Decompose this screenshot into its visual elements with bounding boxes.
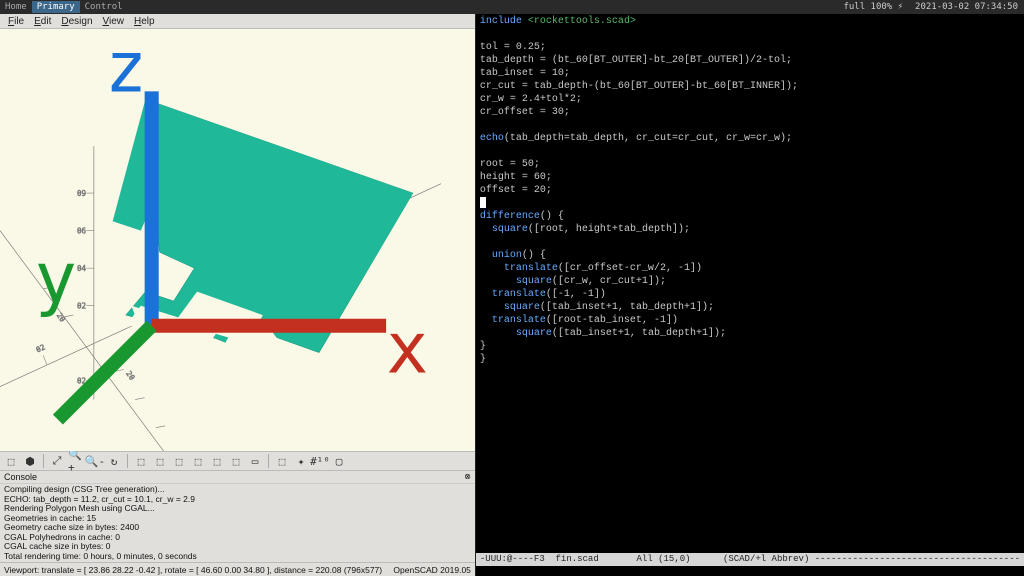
reset-view-icon[interactable]: ↻	[106, 453, 122, 469]
top-bar: Home Primary Control full 100% ⚡ 2021-03…	[0, 0, 1024, 14]
svg-text:x: x	[386, 308, 428, 390]
battery-status: full 100% ⚡	[837, 2, 909, 12]
cursor	[480, 197, 486, 208]
show-scale-icon[interactable]: ✦	[293, 453, 309, 469]
zoom-in-icon[interactable]: 🔍+	[68, 453, 84, 469]
menu-help[interactable]: Help	[129, 15, 160, 27]
minibuffer[interactable]	[476, 566, 1024, 576]
3d-viewport[interactable]: 02 04 06 02 20 20 02 04 06	[0, 29, 475, 451]
zoom-fit-icon[interactable]: ⤢	[49, 453, 65, 469]
menu-view[interactable]: View	[98, 15, 130, 27]
code-editor[interactable]: include <rockettools.scad> tol = 0.25; t…	[476, 14, 1024, 553]
emacs-modeline: -UUU:@----F3 fin.scad All (15,0) (SCAD/+…	[476, 553, 1024, 566]
svg-text:y: y	[34, 237, 76, 319]
close-icon[interactable]: ⊗	[464, 472, 471, 482]
openscad-window: File Edit Design View Help 02 04 06	[0, 14, 476, 576]
workspace-primary[interactable]: Primary	[32, 1, 80, 13]
editor-pane: include <rockettools.scad> tol = 0.25; t…	[476, 14, 1024, 576]
view-center-icon[interactable]: ⬚	[209, 453, 225, 469]
preview-icon[interactable]: ⬚	[3, 453, 19, 469]
menu-bar: File Edit Design View Help	[0, 14, 475, 29]
workspace-control[interactable]: Control	[80, 1, 128, 13]
ortho-icon[interactable]: ▭	[247, 453, 263, 469]
view-front-icon[interactable]: ⬚	[152, 453, 168, 469]
datetime: 2021-03-02 07:34:50	[909, 2, 1024, 12]
app-version: OpenSCAD 2019.05	[393, 565, 471, 575]
menu-design[interactable]: Design	[56, 15, 97, 27]
crosshair-icon[interactable]: ▢	[331, 453, 347, 469]
wireframe-icon[interactable]: #¹⁰	[312, 453, 328, 469]
perspective-icon[interactable]: ⬚	[228, 453, 244, 469]
show-axes-icon[interactable]: ⬚	[274, 453, 290, 469]
menu-edit[interactable]: Edit	[29, 15, 56, 27]
view-top-icon[interactable]: ⬚	[171, 453, 187, 469]
menu-file[interactable]: File	[3, 15, 29, 27]
toolbar: ⬚ ⬢ ⤢ 🔍+ 🔍- ↻ ⬚ ⬚ ⬚ ⬚ ⬚ ⬚ ▭ ⬚ ✦ #¹⁰ ▢	[0, 451, 475, 471]
view-diagonal-icon[interactable]: ⬚	[190, 453, 206, 469]
svg-text:z: z	[105, 29, 147, 108]
console-header: Console ⊗	[0, 471, 475, 484]
zoom-out-icon[interactable]: 🔍-	[87, 453, 103, 469]
view-right-icon[interactable]: ⬚	[133, 453, 149, 469]
axis-indicator: z x y	[8, 29, 475, 443]
console-output[interactable]: Compiling design (CSG Tree generation)..…	[0, 484, 475, 562]
status-bar: Viewport: translate = [ 23.86 28.22 -0.4…	[0, 562, 475, 576]
workspace-home[interactable]: Home	[0, 1, 32, 13]
render-icon[interactable]: ⬢	[22, 453, 38, 469]
viewport-info: Viewport: translate = [ 23.86 28.22 -0.4…	[4, 565, 382, 575]
